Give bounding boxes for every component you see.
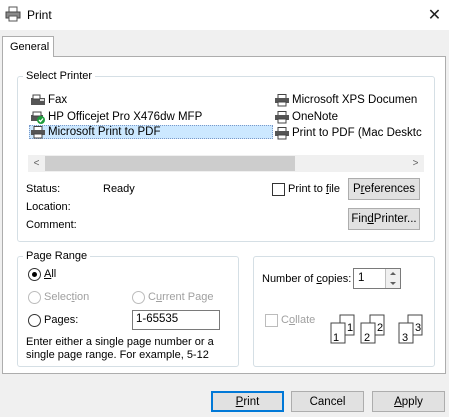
printer-list[interactable]: Fax HP Officejet Pro X476dw MFP Microsof… <box>28 91 424 153</box>
printer-icon <box>30 125 46 139</box>
status-label: Status: <box>26 183 61 195</box>
spin-down-icon[interactable] <box>386 279 400 288</box>
printer-name: Microsoft Print to PDF <box>48 126 161 138</box>
collate-page: 2 <box>377 322 383 334</box>
selection-radio[interactable] <box>28 291 41 304</box>
print-to-file-label[interactable]: Print to file <box>288 183 340 195</box>
printer-name: OneNote <box>292 111 339 123</box>
current-page-radio[interactable] <box>132 291 145 304</box>
status-value: Ready <box>103 183 135 195</box>
printer-item-print-to-pdf-mac[interactable]: Print to PDF (Mac Desktc <box>274 126 422 140</box>
printer-name: HP Officejet Pro X476dw MFP <box>48 111 203 123</box>
tab-general[interactable]: General <box>2 36 54 57</box>
printer-item-onenote[interactable]: OneNote <box>274 110 338 124</box>
print-button[interactable]: Print <box>211 391 284 412</box>
cancel-button[interactable]: Cancel <box>291 391 364 412</box>
pages-label[interactable]: Pages: <box>44 314 78 326</box>
fax-icon <box>30 94 46 107</box>
printer-name: Microsoft XPS Documen <box>292 94 418 106</box>
all-pages-radio[interactable] <box>28 268 41 281</box>
printer-item-microsoft-print-to-pdf[interactable]: Microsoft Print to PDF <box>29 125 273 139</box>
selection-label[interactable]: Selection <box>44 291 89 303</box>
printer-icon <box>5 6 21 22</box>
printer-name: Fax <box>48 94 68 106</box>
printer-item-microsoft-xps[interactable]: Microsoft XPS Documen <box>274 93 417 107</box>
pages-radio[interactable] <box>28 314 41 327</box>
copies-value: 1 <box>358 272 365 284</box>
tab-general-label: General <box>10 41 50 53</box>
window-title: Print <box>27 8 52 22</box>
close-button[interactable]: ✕ <box>420 0 449 30</box>
collate-page: 1 <box>333 332 339 344</box>
page-range-hint: Enter either a single page number or a s… <box>26 336 214 361</box>
collate-page: 2 <box>364 332 370 344</box>
printer-icon <box>274 93 290 107</box>
title-bar: Print ✕ <box>0 0 449 30</box>
printer-icon <box>274 110 290 124</box>
spin-up-icon[interactable] <box>386 269 400 278</box>
preferences-button[interactable]: Pr eferences <box>348 178 420 200</box>
collate-label[interactable]: Collate <box>281 314 315 326</box>
printer-item-fax[interactable]: Fax <box>30 93 67 107</box>
current-page-label[interactable]: Current Page <box>148 291 213 303</box>
collate-page: 3 <box>415 322 421 334</box>
location-label: Location: <box>26 201 71 213</box>
collate-illustration-icon: 1 1 2 2 3 3 <box>330 314 423 344</box>
printer-item-hp-officejet[interactable]: HP Officejet Pro X476dw MFP <box>30 110 202 124</box>
scroll-left-arrow-icon[interactable]: < <box>28 155 45 172</box>
printer-name: Print to PDF (Mac Desktc <box>292 127 422 139</box>
copies-spinner[interactable] <box>385 269 400 288</box>
find-printer-button[interactable]: Fin d Printer... <box>348 208 420 230</box>
printer-icon <box>274 126 290 140</box>
close-icon: ✕ <box>427 7 442 24</box>
default-printer-icon <box>30 111 46 124</box>
all-pages-label[interactable]: All <box>44 268 56 280</box>
select-printer-legend: Select Printer <box>26 70 93 82</box>
page-range-legend: Page Range <box>26 250 88 262</box>
scrollbar-thumb[interactable] <box>45 156 295 171</box>
print-to-file-checkbox[interactable] <box>272 183 285 196</box>
apply-button[interactable]: Apply <box>372 391 445 412</box>
number-of-copies-label: Number of copies: <box>262 273 352 285</box>
pages-input[interactable]: 1-65535 <box>132 310 220 330</box>
scroll-right-arrow-icon[interactable]: > <box>407 155 424 172</box>
horizontal-scrollbar[interactable]: < > <box>28 155 424 172</box>
collate-page: 1 <box>347 322 353 334</box>
comment-label: Comment: <box>26 219 77 231</box>
collate-checkbox[interactable] <box>265 314 278 327</box>
collate-page: 3 <box>402 332 408 344</box>
copies-input[interactable]: 1 <box>353 268 401 289</box>
